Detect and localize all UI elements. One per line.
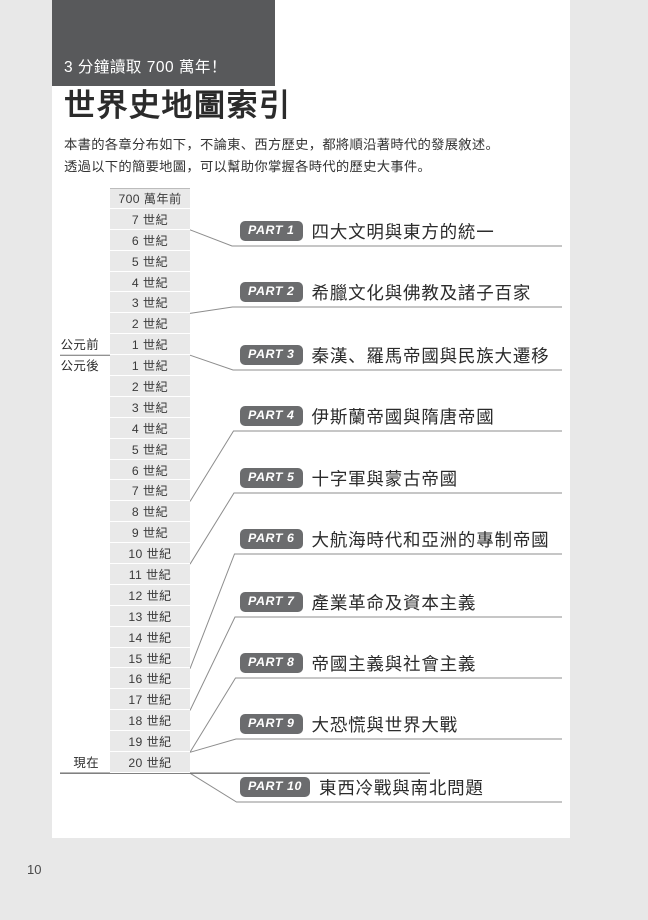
part-row[interactable]: PART 1 四大文明與東方的統一: [240, 216, 495, 246]
timeline-row-label: 5 世紀: [131, 442, 169, 457]
timeline-row: 14 世紀: [110, 626, 190, 648]
part-row[interactable]: PART 5 十字軍與蒙古帝國: [240, 463, 458, 493]
timeline-row-label: 2 世紀: [131, 317, 169, 332]
timeline-row-label: 19 世紀: [128, 735, 172, 750]
timeline-row-label: 20 世紀: [128, 755, 172, 770]
timeline-row: 6 世紀: [110, 459, 190, 481]
part-row[interactable]: PART 4 伊斯蘭帝國與隋唐帝國: [240, 401, 495, 431]
part-title: 希臘文化與佛教及諸子百家: [311, 282, 532, 303]
timeline-row: 7 世紀: [110, 480, 190, 502]
part-badge: PART 9: [240, 714, 303, 734]
intro-paragraph-line-1: 本書的各章分布如下，不論東、西方歷史，都將順沿著時代的發展敘述。: [64, 137, 500, 152]
page-number: 10: [27, 862, 42, 877]
timeline-row: 2 世紀: [110, 376, 190, 397]
timeline-row-label: 4 世紀: [131, 421, 169, 436]
timeline-row: 11 世紀: [110, 564, 190, 585]
timeline-row-label: 3 世紀: [131, 400, 169, 415]
timeline-era-caption: 公元後: [60, 359, 99, 374]
timeline-row: 13 世紀: [110, 605, 190, 627]
timeline-row: 1 世紀 公元前: [61, 334, 190, 356]
timeline-row: 6 世紀: [110, 229, 190, 251]
timeline-row-label: 12 世紀: [128, 588, 172, 603]
part-title: 產業革命及資本主義: [311, 592, 477, 613]
part-badge: PART 2: [240, 282, 303, 302]
part-row[interactable]: PART 8 帝國主義與社會主義: [240, 648, 476, 678]
part-row[interactable]: PART 2 希臘文化與佛教及諸子百家: [240, 277, 531, 307]
kicker-text: 3 分鐘讀取 700 萬年！: [64, 59, 227, 76]
timeline-row: 700 萬年前: [110, 188, 190, 209]
part-badge: PART 5: [240, 468, 303, 488]
part-badge: PART 7: [240, 592, 303, 612]
part-badge: PART 10: [240, 777, 311, 797]
part-badge: PART 1: [240, 221, 303, 241]
timeline-row: 12 世紀: [110, 584, 190, 606]
timeline-row-label: 4 世紀: [131, 275, 169, 290]
timeline-row: 4 世紀: [110, 271, 190, 293]
part-row[interactable]: PART 7 產業革命及資本主義: [240, 587, 476, 617]
part-row[interactable]: PART 3 秦漢、羅馬帝國與民族大遷移: [240, 340, 549, 370]
timeline-row-label: 14 世紀: [128, 630, 172, 645]
part-title: 帝國主義與社會主義: [311, 653, 477, 674]
timeline-row: 9 世紀: [110, 522, 190, 544]
timeline-row-label: 16 世紀: [128, 672, 172, 687]
timeline-row-label: 7 世紀: [131, 212, 169, 227]
timeline-row-label: 700 萬年前: [118, 192, 182, 207]
part-badge: PART 6: [240, 529, 303, 549]
part-row[interactable]: PART 9 大恐慌與世界大戰: [240, 709, 458, 739]
part-row[interactable]: PART 10 東西冷戰與南北問題: [240, 772, 484, 802]
timeline-column: 700 萬年前 7 世紀 6 世紀 5 世紀 4 世紀 3 世紀 2 世紀 1 世紀 公元前 1 …: [61, 188, 190, 773]
part-title: 東西冷戰與南北問題: [319, 777, 484, 798]
timeline-row: 8 世紀: [110, 501, 190, 523]
timeline-row: 1 世紀 公元後: [61, 355, 190, 377]
part-title: 大恐慌與世界大戰: [311, 714, 458, 735]
timeline-row-label: 2 世紀: [131, 379, 169, 394]
timeline-row-label: 9 世紀: [131, 526, 169, 541]
part-title: 伊斯蘭帝國與隋唐帝國: [311, 406, 495, 427]
timeline-row: 17 世紀: [110, 689, 190, 711]
timeline-row: 19 世紀: [110, 731, 190, 753]
intro-paragraph-line-2: 透過以下的簡要地圖，可以幫助你掌握各時代的歷史大事件。: [64, 159, 432, 174]
timeline-row-label: 3 世紀: [131, 296, 169, 311]
part-title: 四大文明與東方的統一: [311, 221, 495, 242]
timeline-row-label: 6 世紀: [131, 463, 169, 478]
timeline-row: 5 世紀: [110, 438, 190, 460]
kicker-banner: 3 分鐘讀取 700 萬年！: [52, 0, 275, 86]
part-badge: PART 3: [240, 345, 303, 365]
page-title: 世界史地圖索引: [64, 88, 292, 123]
timeline-row-label: 18 世紀: [128, 714, 172, 729]
timeline-row: 3 世紀: [110, 292, 190, 314]
part-badge: PART 4: [240, 406, 303, 426]
timeline-row: 5 世紀: [110, 250, 190, 272]
timeline-row-label: 11 世紀: [128, 567, 172, 582]
timeline-row-label: 15 世紀: [128, 651, 172, 666]
timeline-row: 18 世紀: [110, 710, 190, 732]
timeline-row-label: 1 世紀: [131, 359, 169, 374]
timeline-row: 15 世紀: [110, 647, 190, 669]
timeline-row-label: 13 世紀: [128, 609, 172, 624]
timeline-row: 7 世紀: [110, 208, 190, 230]
timeline-row: 16 世紀: [110, 668, 190, 690]
timeline-row-label: 10 世紀: [128, 547, 172, 562]
timeline-row: 20 世紀 現在: [73, 752, 190, 773]
timeline-row-label: 5 世紀: [131, 254, 169, 269]
timeline-row-label: 6 世紀: [131, 233, 169, 248]
timeline-era-caption: 公元前: [60, 338, 99, 353]
timeline-row: 4 世紀: [110, 417, 190, 439]
part-title: 大航海時代和亞洲的專制帝國: [311, 529, 550, 550]
part-title: 秦漢、羅馬帝國與民族大遷移: [311, 345, 550, 366]
timeline-row: 3 世紀: [110, 396, 190, 418]
timeline-era-caption: 現在: [73, 755, 99, 770]
timeline-row: 10 世紀: [110, 543, 190, 565]
timeline-row-label: 7 世紀: [131, 484, 169, 499]
part-badge: PART 8: [240, 653, 303, 673]
timeline-row-label: 8 世紀: [131, 505, 169, 520]
part-row[interactable]: PART 6 大航海時代和亞洲的專制帝國: [240, 524, 549, 554]
timeline-row-label: 17 世紀: [128, 693, 172, 708]
timeline-row-label: 1 世紀: [131, 338, 169, 353]
timeline-row: 2 世紀: [110, 313, 190, 335]
part-title: 十字軍與蒙古帝國: [311, 468, 458, 489]
